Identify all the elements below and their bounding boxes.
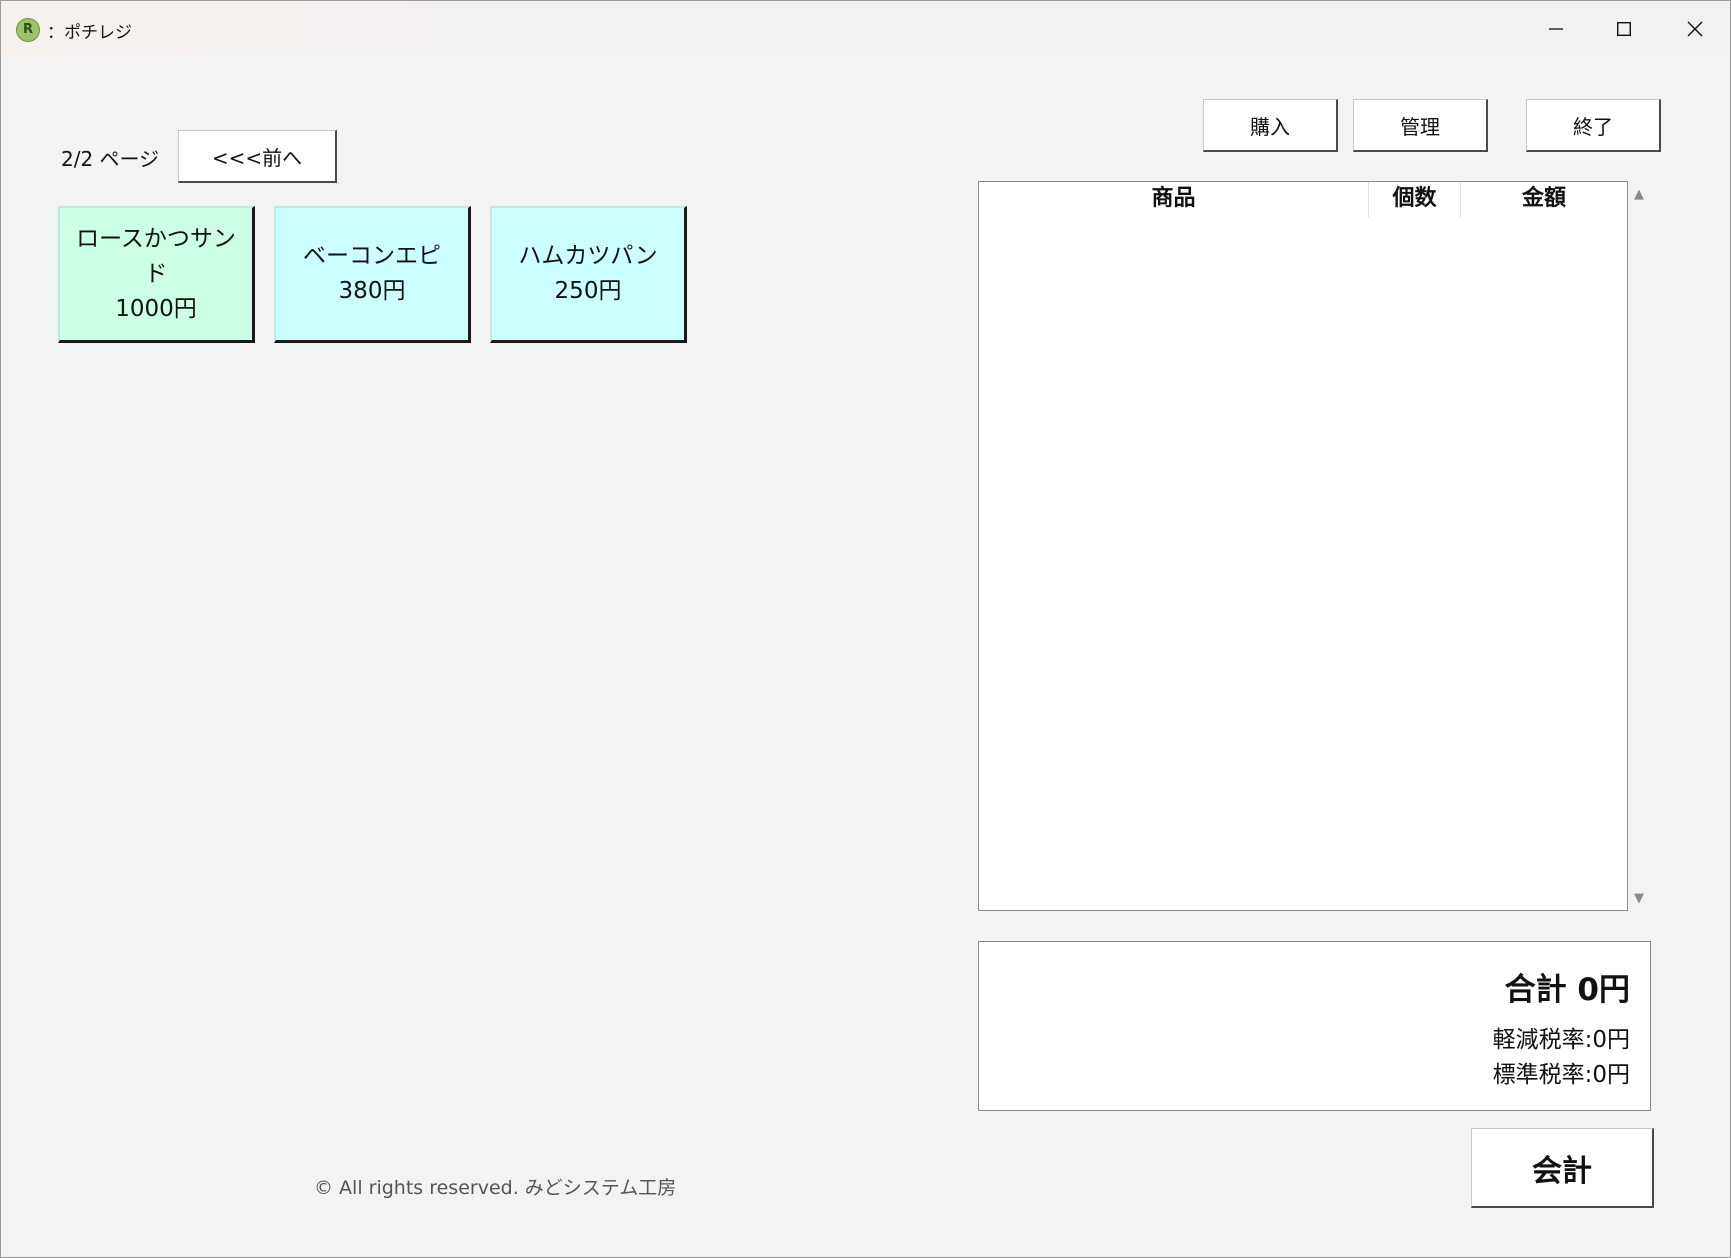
product-button-bacon-epi[interactable]: ベーコンエピ 380円 <box>274 206 471 343</box>
checkout-button[interactable]: 会計 <box>1471 1128 1654 1208</box>
title-bar[interactable]: R ：ポチレジ <box>1 1 1730 57</box>
scroll-down-icon[interactable]: ▼ <box>1634 891 1644 906</box>
window-title: ：ポチレジ <box>47 23 132 43</box>
maximize-button[interactable] <box>1589 1 1659 57</box>
close-button[interactable] <box>1660 1 1730 57</box>
app-logo-icon: R <box>16 18 40 42</box>
reduced-tax-amount: 軽減税率:0円 <box>1492 1027 1630 1053</box>
scroll-up-icon[interactable]: ▲ <box>1634 187 1644 202</box>
product-name: ハムカツパン <box>518 243 658 269</box>
cart-header: 商品 個数 金額 <box>979 182 1627 218</box>
standard-tax-amount: 標準税率:0円 <box>1492 1062 1630 1088</box>
minimize-icon <box>1549 28 1563 30</box>
column-header-quantity[interactable]: 個数 <box>1369 182 1461 218</box>
total-amount: 合計 0円 <box>1504 972 1630 1008</box>
app-window: R ：ポチレジ 2/2 ページ <<<前へ 購入 管理 終了 ロースかつサン ド… <box>0 0 1731 1258</box>
exit-button[interactable]: 終了 <box>1526 99 1661 152</box>
product-button-hamkatsu-pan[interactable]: ハムカツパン 250円 <box>490 206 687 343</box>
minimize-button[interactable] <box>1521 1 1591 57</box>
copyright-text: © All rights reserved. みどシステム工房 <box>314 1177 677 1199</box>
cart-list[interactable]: 商品 個数 金額 <box>978 181 1628 911</box>
product-name-cont: ド <box>144 260 168 287</box>
close-icon <box>1687 21 1703 37</box>
column-header-amount[interactable]: 金額 <box>1461 182 1627 218</box>
totals-panel: 合計 0円 軽減税率:0円 標準税率:0円 <box>978 941 1651 1111</box>
product-price: 250円 <box>554 278 622 304</box>
product-price: 1000円 <box>115 295 197 322</box>
product-button-rosu-katsu-sand[interactable]: ロースかつサン ド 1000円 <box>58 206 255 343</box>
product-price: 380円 <box>338 278 406 304</box>
product-name: ベーコンエピ <box>303 243 441 269</box>
page-indicator: 2/2 ページ <box>61 147 160 171</box>
column-header-item[interactable]: 商品 <box>979 182 1369 218</box>
main-panel: 2/2 ページ <<<前へ 購入 管理 終了 ロースかつサン ド 1000円 ベ… <box>34 83 1698 1225</box>
maximize-icon <box>1617 22 1631 36</box>
product-name: ロースかつサン <box>76 225 236 252</box>
purchase-button[interactable]: 購入 <box>1203 99 1338 152</box>
prev-page-button[interactable]: <<<前へ <box>178 130 337 183</box>
manage-button[interactable]: 管理 <box>1353 99 1488 152</box>
